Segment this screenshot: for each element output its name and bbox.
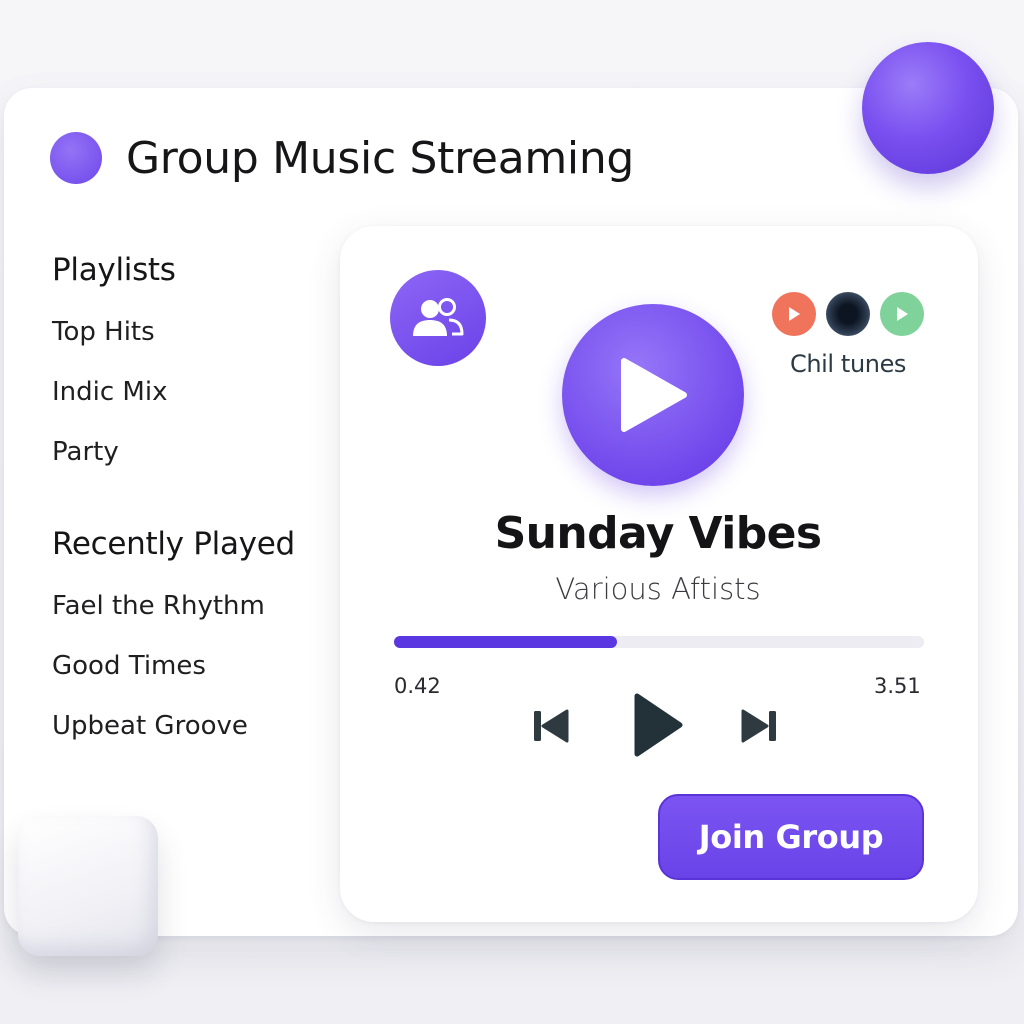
sidebar: Playlists Top Hits Indic Mix Party Recen… bbox=[52, 252, 322, 768]
recently-played-list: Fael the Rhythm Good Times Upbeat Groove bbox=[52, 588, 322, 768]
playlist-item-indic-mix[interactable]: Indic Mix bbox=[52, 374, 322, 434]
track-artist: Various Aftists bbox=[555, 572, 761, 606]
mini-play-button-red[interactable] bbox=[772, 292, 816, 336]
main-play-button[interactable] bbox=[562, 304, 744, 486]
mini-playlist-label: Chil tunes bbox=[790, 350, 907, 378]
logo-icon bbox=[50, 132, 102, 184]
participant-avatar[interactable] bbox=[826, 292, 870, 336]
play-icon bbox=[621, 358, 687, 432]
playlist-item-party[interactable]: Party bbox=[52, 434, 322, 494]
decorative-cube bbox=[18, 816, 158, 956]
progress-bar[interactable] bbox=[394, 636, 924, 648]
playlists-heading: Playlists bbox=[52, 252, 176, 288]
track-title: Sunday Vibes bbox=[494, 508, 822, 559]
mini-play-button-green[interactable] bbox=[880, 292, 924, 336]
participant-row bbox=[772, 292, 924, 336]
recent-item-1[interactable]: Fael the Rhythm bbox=[52, 588, 322, 648]
player-card: Chil tunes Sunday Vibes Various Aftists … bbox=[340, 226, 978, 922]
join-group-button[interactable]: Join Group bbox=[658, 794, 924, 880]
app-title: Group Music Streaming bbox=[126, 132, 635, 184]
decorative-sphere bbox=[862, 42, 994, 174]
play-icon bbox=[789, 307, 800, 321]
skip-forward-icon bbox=[741, 709, 776, 743]
playlist-item-top-hits[interactable]: Top Hits bbox=[52, 314, 322, 374]
progress-fill bbox=[394, 636, 617, 648]
users-icon bbox=[413, 298, 464, 336]
app-header: Group Music Streaming bbox=[50, 132, 634, 184]
total-time: 3.51 bbox=[874, 674, 921, 698]
play-pause-button[interactable] bbox=[632, 692, 684, 762]
previous-button[interactable] bbox=[532, 708, 570, 748]
recently-played-heading: Recently Played bbox=[52, 526, 295, 562]
recent-item-2[interactable]: Good Times bbox=[52, 648, 322, 708]
playlists-list: Top Hits Indic Mix Party bbox=[52, 314, 322, 494]
group-users-button[interactable] bbox=[390, 270, 486, 366]
recent-item-3[interactable]: Upbeat Groove bbox=[52, 708, 322, 768]
elapsed-time: 0.42 bbox=[394, 674, 441, 698]
play-icon bbox=[634, 693, 683, 757]
skip-back-icon bbox=[534, 709, 569, 743]
play-icon bbox=[897, 307, 908, 321]
next-button[interactable] bbox=[740, 708, 778, 748]
